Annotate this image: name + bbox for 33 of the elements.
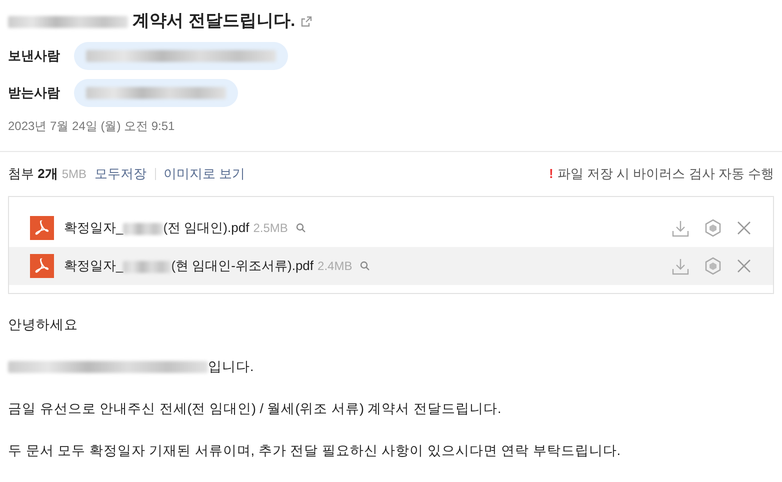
search-icon[interactable] xyxy=(296,223,306,233)
close-icon[interactable] xyxy=(737,259,751,273)
warning-icon: ! xyxy=(548,164,554,184)
recipient-chip[interactable] xyxy=(74,79,238,107)
save-all-link[interactable]: 모두저장 xyxy=(94,164,147,184)
body-paragraph: 입니다. xyxy=(8,356,774,378)
body-paragraph: 안녕하세요 xyxy=(8,316,79,334)
close-icon[interactable] xyxy=(737,221,751,235)
search-icon[interactable] xyxy=(360,261,370,271)
sender-chip[interactable] xyxy=(74,42,288,70)
attachment-row[interactable]: 확정일자_ (전 임대인).pdf 2.5MB xyxy=(9,209,773,247)
body-paragraph: 두 문서 모두 확정일자 기재된 서류이며, 추가 전달 필요하신 사항이 있으시다면 연락 부탁드립니다. xyxy=(8,442,622,460)
hexagon-icon[interactable] xyxy=(705,257,721,275)
attachment-count: 첨부 2개 xyxy=(8,165,58,184)
virus-scan-notice: 파일 저장 시 바이러스 검사 자동 수행 xyxy=(557,165,774,184)
file-name[interactable]: 확정일자_ (현 임대인-위조서류).pdf xyxy=(64,256,314,276)
total-size: 5MB xyxy=(62,166,87,183)
view-as-image-link[interactable]: 이미지로 보기 xyxy=(164,164,246,184)
download-icon[interactable] xyxy=(672,220,689,236)
body-paragraph: 금일 유선으로 안내주신 전세(전 임대인) / 월세(위조 서류) 계약서 전달드립니다. xyxy=(8,400,502,418)
file-size: 2.5MB xyxy=(253,220,288,237)
download-icon[interactable] xyxy=(672,258,689,274)
email-subject: 계약서 전달드립니다. xyxy=(8,8,296,34)
attachment-row[interactable]: 확정일자_ (현 임대인-위조서류).pdf 2.4MB xyxy=(9,247,773,285)
hexagon-icon[interactable] xyxy=(705,219,721,237)
pdf-file-icon xyxy=(30,216,54,240)
file-size: 2.4MB xyxy=(318,258,352,275)
external-link-icon[interactable] xyxy=(301,16,312,26)
field-label: 보낸사람 xyxy=(8,47,60,66)
sent-date: 2023년 7월 24일 (월) 오전 9:51 xyxy=(0,117,782,152)
field-label: 받는사람 xyxy=(8,84,60,102)
file-name[interactable]: 확정일자_ (전 임대인).pdf xyxy=(64,218,250,238)
pdf-file-icon xyxy=(30,254,54,278)
